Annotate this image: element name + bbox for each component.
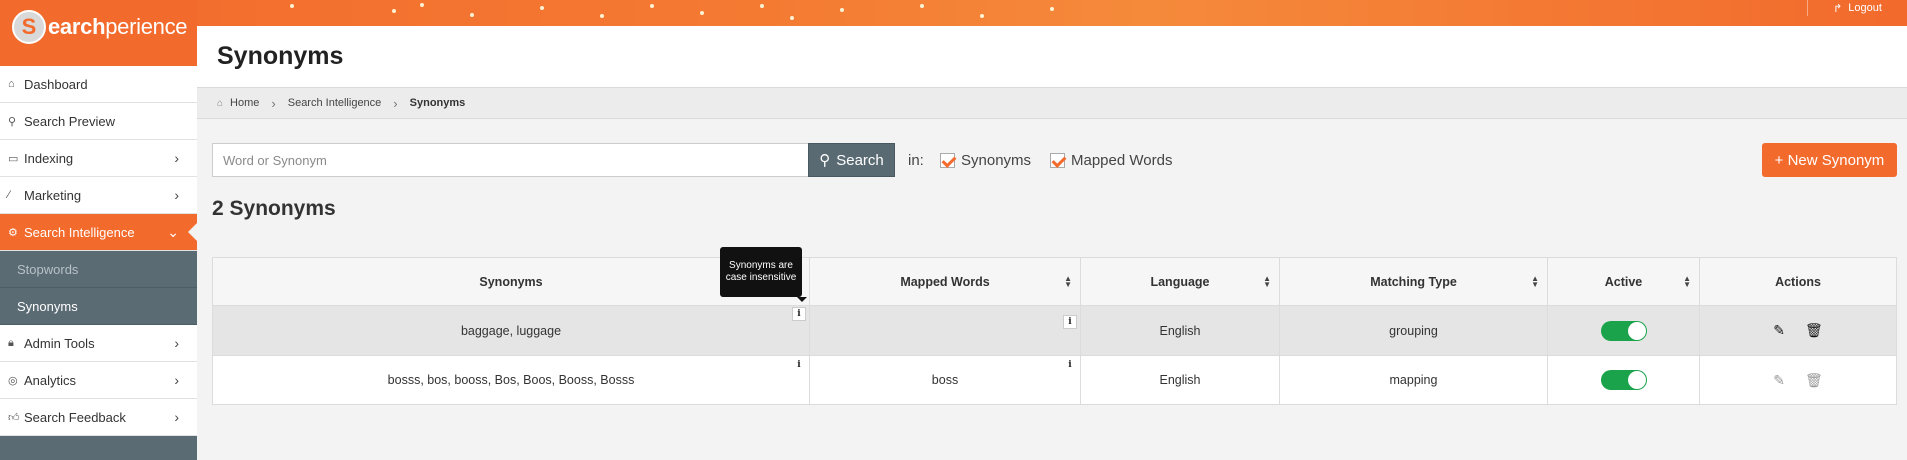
- synonyms-cell: bosss, bos, booss, Bos, Boos, Booss, Bos…: [213, 356, 810, 404]
- info-icon[interactable]: i: [1063, 358, 1077, 372]
- sort-icon[interactable]: ▲ ▼: [1263, 275, 1271, 289]
- sort-icon[interactable]: ▲ ▼: [1683, 275, 1691, 289]
- logo-mark: S: [12, 10, 46, 44]
- column-header-active[interactable]: Active ▲ ▼: [1548, 258, 1700, 305]
- chevron-down-icon: ⌄: [167, 223, 179, 240]
- column-header-actions: Actions: [1775, 274, 1821, 289]
- actions-cell: ✎ 🗑︎: [1700, 356, 1896, 404]
- wand-icon: ∕: [8, 189, 10, 201]
- trash-icon[interactable]: 🗑︎: [1805, 322, 1823, 339]
- synonyms-cell: baggage, luggage i: [213, 306, 810, 355]
- column-header-matching-type[interactable]: Matching Type ▲ ▼: [1280, 258, 1548, 305]
- edit-icon[interactable]: ✎: [1773, 322, 1785, 339]
- sidebar-item-dashboard[interactable]: ⌂ Dashboard: [0, 66, 197, 103]
- breadcrumb-section[interactable]: Search Intelligence: [288, 97, 382, 109]
- active-toggle[interactable]: [1600, 370, 1647, 390]
- info-icon[interactable]: i: [792, 358, 806, 372]
- filter-mapped-words-checkbox[interactable]: Mapped Words: [1050, 152, 1172, 169]
- search-input[interactable]: [212, 143, 808, 177]
- search-in-label: in:: [908, 152, 924, 169]
- active-cell: [1548, 356, 1700, 404]
- chevron-right-icon: ›: [174, 187, 179, 203]
- chevron-right-icon: ›: [174, 409, 179, 425]
- trash-icon[interactable]: 🗑︎: [1805, 372, 1823, 389]
- logout-icon: ↱: [1833, 2, 1843, 15]
- table-row: bosss, bos, booss, Bos, Boos, Booss, Bos…: [213, 356, 1896, 404]
- home-icon: ⌂: [8, 78, 15, 90]
- gear-icon: ⚙: [8, 226, 18, 239]
- search-button[interactable]: ⚲ Search: [808, 143, 895, 177]
- info-icon[interactable]: i: [792, 307, 806, 321]
- sidebar-subitem-synonyms[interactable]: Synonyms: [0, 288, 197, 325]
- sidebar-subitem-stopwords[interactable]: Stopwords: [0, 251, 197, 288]
- active-cell: [1548, 306, 1700, 355]
- thumbs-up-icon: 👍︎: [8, 411, 20, 424]
- matching-type-cell: grouping: [1280, 306, 1548, 355]
- language-cell: English: [1081, 306, 1280, 355]
- mapped-words-cell: boss i: [810, 356, 1081, 404]
- home-icon: ⌂: [217, 97, 224, 109]
- breadcrumb-current: Synonyms: [409, 97, 466, 109]
- sidebar-item-search-preview[interactable]: ⚲ Search Preview: [0, 103, 197, 140]
- top-banner: ↱ Logout: [0, 0, 1907, 26]
- case-insensitive-tooltip: Synonyms are case insensitive: [720, 247, 807, 302]
- chevron-right-icon: ›: [174, 335, 179, 351]
- page-title: Synonyms: [217, 42, 344, 70]
- sidebar-item-search-intelligence[interactable]: ⚙ Search Intelligence ⌄: [0, 214, 197, 251]
- page-header: Synonyms: [197, 26, 1907, 88]
- checkbox-checked[interactable]: [1050, 153, 1065, 168]
- breadcrumb-home[interactable]: Home: [230, 97, 259, 109]
- actions-cell: ✎ 🗑︎: [1700, 306, 1896, 355]
- search-icon: ⚲: [8, 115, 17, 128]
- language-cell: English: [1081, 356, 1280, 404]
- mapped-words-cell: i: [810, 306, 1081, 355]
- info-icon[interactable]: i: [1063, 315, 1077, 329]
- matching-type-cell: mapping: [1280, 356, 1548, 404]
- table-header-row: Synonyms Mapped Words ▲ ▼ Language ▲ ▼ Match…: [213, 258, 1896, 306]
- inbox-icon: ▭: [8, 152, 19, 165]
- sort-icon[interactable]: ▲ ▼: [1531, 275, 1539, 289]
- results-count-title: 2 Synonyms: [212, 197, 336, 220]
- lock-icon: 🔒︎: [8, 336, 14, 349]
- logo-area: S earchperience: [0, 0, 197, 66]
- table-row: baggage, luggage i i English grouping ✎ …: [213, 306, 1896, 356]
- new-synonym-button[interactable]: + New Synonym: [1762, 143, 1897, 177]
- active-toggle[interactable]: [1600, 320, 1647, 341]
- filter-synonyms-checkbox[interactable]: Synonyms: [940, 152, 1031, 169]
- edit-icon[interactable]: ✎: [1773, 372, 1785, 389]
- synonyms-table: Synonyms Mapped Words ▲ ▼ Language ▲ ▼ Match…: [212, 257, 1897, 405]
- sidebar-item-marketing[interactable]: ∕ Marketing ›: [0, 177, 197, 214]
- search-icon: ⚲: [819, 152, 831, 169]
- sidebar-item-indexing[interactable]: ▭ Indexing ›: [0, 140, 197, 177]
- chevron-right-icon: ›: [174, 372, 179, 388]
- sidebar-item-analytics[interactable]: ◎ Analytics ›: [0, 362, 197, 399]
- searchperience-logo[interactable]: S earchperience: [12, 10, 188, 44]
- column-header-mapped-words[interactable]: Mapped Words ▲ ▼: [810, 258, 1081, 305]
- sidebar-item-admin-tools[interactable]: 🔒︎ Admin Tools ›: [0, 325, 197, 362]
- chevron-right-icon: ›: [271, 95, 276, 111]
- gauge-icon: ◎: [8, 374, 18, 387]
- breadcrumb: ⌂ Home › Search Intelligence › Synonyms: [197, 88, 1907, 119]
- sidebar-nav: ⌂ Dashboard ⚲ Search Preview ▭ Indexing …: [0, 66, 197, 436]
- sidebar-item-search-feedback[interactable]: 👍︎ Search Feedback ›: [0, 399, 197, 436]
- sidebar: S earchperience ⌂ Dashboard ⚲ Search Pre…: [0, 0, 197, 460]
- checkbox-checked[interactable]: [940, 153, 955, 168]
- sort-icon[interactable]: ▲ ▼: [1064, 275, 1072, 289]
- column-header-language[interactable]: Language ▲ ▼: [1081, 258, 1280, 305]
- logout-button[interactable]: ↱ Logout: [1807, 0, 1907, 16]
- chevron-right-icon: ›: [393, 95, 398, 111]
- chevron-right-icon: ›: [174, 150, 179, 166]
